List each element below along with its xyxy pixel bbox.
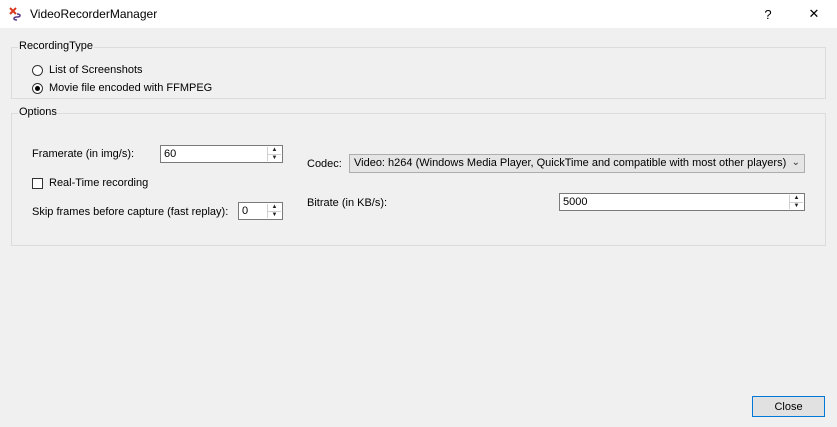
checkbox-indicator[interactable]	[32, 177, 43, 189]
radio-label: List of Screenshots	[49, 64, 143, 76]
window-title: VideoRecorderManager	[30, 7, 158, 21]
spin-down-icon[interactable]: ▼	[268, 210, 281, 219]
framerate-spinbox[interactable]: 60 ▲ ▼	[160, 145, 283, 163]
radio-list-of-screenshots[interactable]: List of Screenshots	[32, 64, 143, 76]
bitrate-label: Bitrate (in KB/s):	[307, 197, 388, 209]
checkbox-label: Real-Time recording	[49, 177, 149, 189]
skip-frames-spinbox[interactable]: 0 ▲ ▼	[238, 202, 283, 220]
radio-indicator[interactable]	[32, 64, 43, 76]
title-bar: VideoRecorderManager ? ✕	[0, 0, 837, 28]
spinner-arrows[interactable]: ▲ ▼	[267, 147, 281, 161]
close-button[interactable]: Close	[752, 396, 825, 417]
codec-value: Video: h264 (Windows Media Player, Quick…	[354, 157, 787, 169]
spinner-arrows[interactable]: ▲ ▼	[267, 204, 281, 218]
codec-label: Codec:	[307, 158, 342, 170]
help-button[interactable]: ?	[746, 0, 790, 28]
recording-type-title: RecordingType	[18, 40, 94, 52]
skip-frames-value[interactable]: 0	[242, 205, 248, 217]
radio-indicator[interactable]	[32, 82, 43, 94]
framerate-label: Framerate (in img/s):	[32, 148, 135, 160]
codec-select[interactable]: Video: h264 (Windows Media Player, Quick…	[349, 154, 805, 173]
radio-movie-ffmpeg[interactable]: Movie file encoded with FFMPEG	[32, 82, 212, 94]
radio-label: Movie file encoded with FFMPEG	[49, 82, 213, 94]
spinner-arrows[interactable]: ▲ ▼	[789, 195, 803, 209]
bitrate-spinbox[interactable]: 5000 ▲ ▼	[559, 193, 805, 211]
spin-down-icon[interactable]: ▼	[268, 153, 281, 162]
bitrate-value[interactable]: 5000	[563, 196, 587, 208]
skip-frames-label: Skip frames before capture (fast replay)…	[32, 206, 229, 218]
chevron-down-icon[interactable]: ⌄	[792, 157, 800, 168]
app-icon	[9, 7, 21, 21]
framerate-value[interactable]: 60	[164, 148, 176, 160]
spin-down-icon[interactable]: ▼	[790, 201, 803, 210]
close-window-button[interactable]: ✕	[792, 0, 836, 28]
options-title: Options	[18, 106, 58, 118]
realtime-checkbox[interactable]: Real-Time recording	[32, 177, 148, 189]
